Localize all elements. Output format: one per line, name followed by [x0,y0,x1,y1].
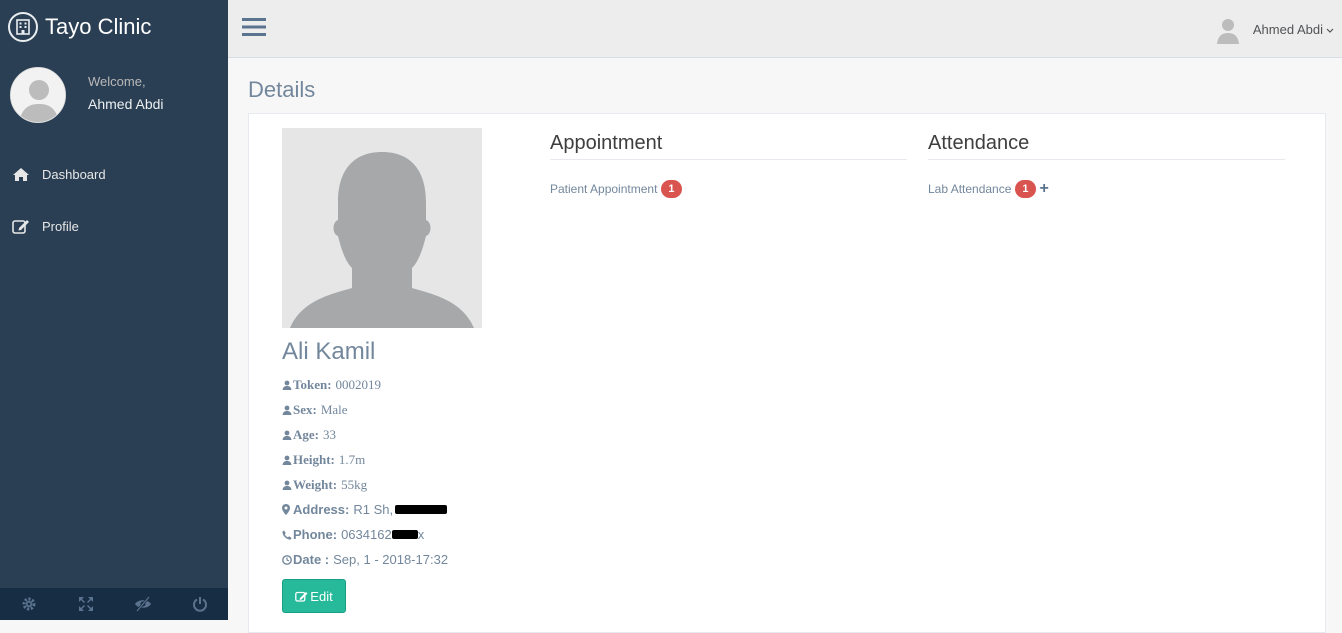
edit-icon [295,590,308,602]
appointment-section: Appointment Patient Appointment 1 [550,132,907,198]
brand[interactable]: Tayo Clinic [8,12,151,42]
user-dropdown[interactable]: Ahmed Abdi [1213,14,1334,44]
gear-icon [22,597,35,611]
sidebar-item-label: Dashboard [42,167,106,182]
date-field: Date : Sep, 1 - 2018-17:32 [282,552,448,567]
field-value: 0634162 [341,527,392,542]
field-value: Sep, 1 - 2018-17:32 [333,552,449,567]
token-field: Token: 0002019 [282,377,381,393]
field-value: R1 Sh, [353,502,394,517]
home-icon [12,167,32,182]
weight-field: Weight: 55kg [282,477,367,493]
fullscreen-icon [78,597,93,611]
user-icon [282,430,292,440]
section-title: Appointment [550,132,907,160]
lock-button[interactable] [114,588,171,620]
field-value-suffix: x [417,527,425,542]
edit-button[interactable]: Edit [282,579,346,613]
clock-icon [282,554,292,565]
patient-appointment-link[interactable]: Patient Appointment [550,182,657,196]
eye-slash-icon [134,596,151,612]
field-label: Date : [293,552,330,567]
field-label: Phone: [293,527,338,542]
field-label: Weight: [293,477,338,492]
field-label: Age: [293,427,319,442]
top-user-name: Ahmed Abdi [1252,21,1323,37]
sidebar-item-profile[interactable]: Profile [12,218,79,234]
patient-photo [282,128,482,328]
app-title: Tayo Clinic [45,14,152,39]
field-value: Male [320,402,348,417]
settings-button[interactable] [0,588,57,620]
sex-field: Sex: Male [282,402,348,418]
section-title: Attendance [928,132,1285,160]
user-icon [282,480,292,490]
address-field: Address: R1 Sh, [282,502,448,517]
field-value: 33 [323,427,336,442]
height-field: Height: 1.7m [282,452,365,468]
details-panel: Ali Kamil Token: 0002019 Sex: Male Age: … [248,113,1326,633]
field-label: Address: [293,502,350,517]
add-attendance-button[interactable]: + [1040,180,1049,198]
hamburger-icon [242,18,266,36]
phone-field: Phone: 0634162 x [282,527,424,542]
phone-icon [282,530,292,540]
logout-button[interactable] [171,588,228,620]
hospital-icon [8,12,38,42]
welcome-text: Welcome, [88,74,146,89]
patient-name: Ali Kamil [282,338,376,365]
top-nav: Ahmed Abdi [228,0,1342,58]
field-label: Height: [293,452,335,467]
user-icon [282,380,292,390]
sidebar: Tayo Clinic Welcome, Ahmed Abdi Dashboar… [0,0,228,620]
attendance-row: Lab Attendance 1 + [928,180,1285,198]
page-title: Details [248,77,316,102]
count-badge: 1 [1015,180,1036,198]
map-marker-icon [282,504,292,515]
field-value: 55kg [341,477,368,492]
sidebar-avatar [10,67,66,123]
chevron-down-icon [1326,22,1334,37]
sidebar-item-dashboard[interactable]: Dashboard [12,167,106,182]
sidebar-user-name: Ahmed Abdi [88,96,164,112]
age-field: Age: 33 [282,427,336,443]
field-value: 1.7m [338,452,366,467]
redaction-mark [395,505,448,514]
redaction-mark [391,530,418,539]
edit-icon [12,218,32,234]
user-icon [282,455,292,465]
user-icon [282,405,292,415]
attendance-section: Attendance Lab Attendance 1 + [928,132,1285,198]
sidebar-footer [0,588,228,620]
power-icon [192,597,207,612]
avatar [1213,14,1243,44]
sidebar-item-label: Profile [42,218,79,234]
lab-attendance-link[interactable]: Lab Attendance [928,182,1011,196]
appointment-row: Patient Appointment 1 [550,180,907,198]
count-badge: 1 [661,180,682,198]
edit-button-label: Edit [310,588,333,604]
field-label: Token: [293,377,332,392]
field-value: 0002019 [335,377,382,392]
fullscreen-button[interactable] [57,588,114,620]
field-label: Sex: [293,402,317,417]
menu-toggle-button[interactable] [242,17,266,42]
